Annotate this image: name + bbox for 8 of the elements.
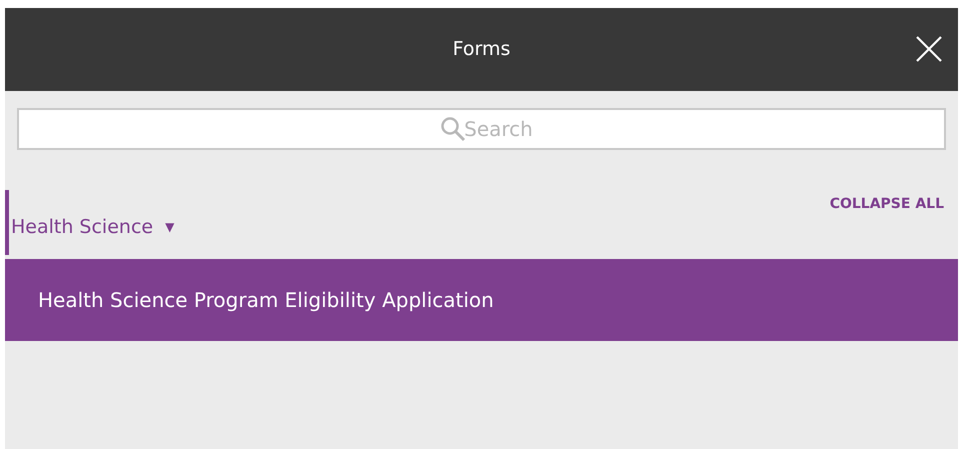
group-toggle[interactable]: Health Science ▼	[11, 212, 174, 241]
close-icon	[914, 34, 944, 64]
search-field[interactable]: Search	[17, 108, 946, 150]
close-button[interactable]	[914, 34, 944, 64]
window-title: Forms	[452, 37, 510, 62]
form-item[interactable]: Health Science Program Eligibility Application	[5, 259, 958, 341]
collapse-all-link[interactable]: COLLAPSE ALL	[830, 194, 944, 215]
caret-icon: ▼	[165, 218, 174, 236]
